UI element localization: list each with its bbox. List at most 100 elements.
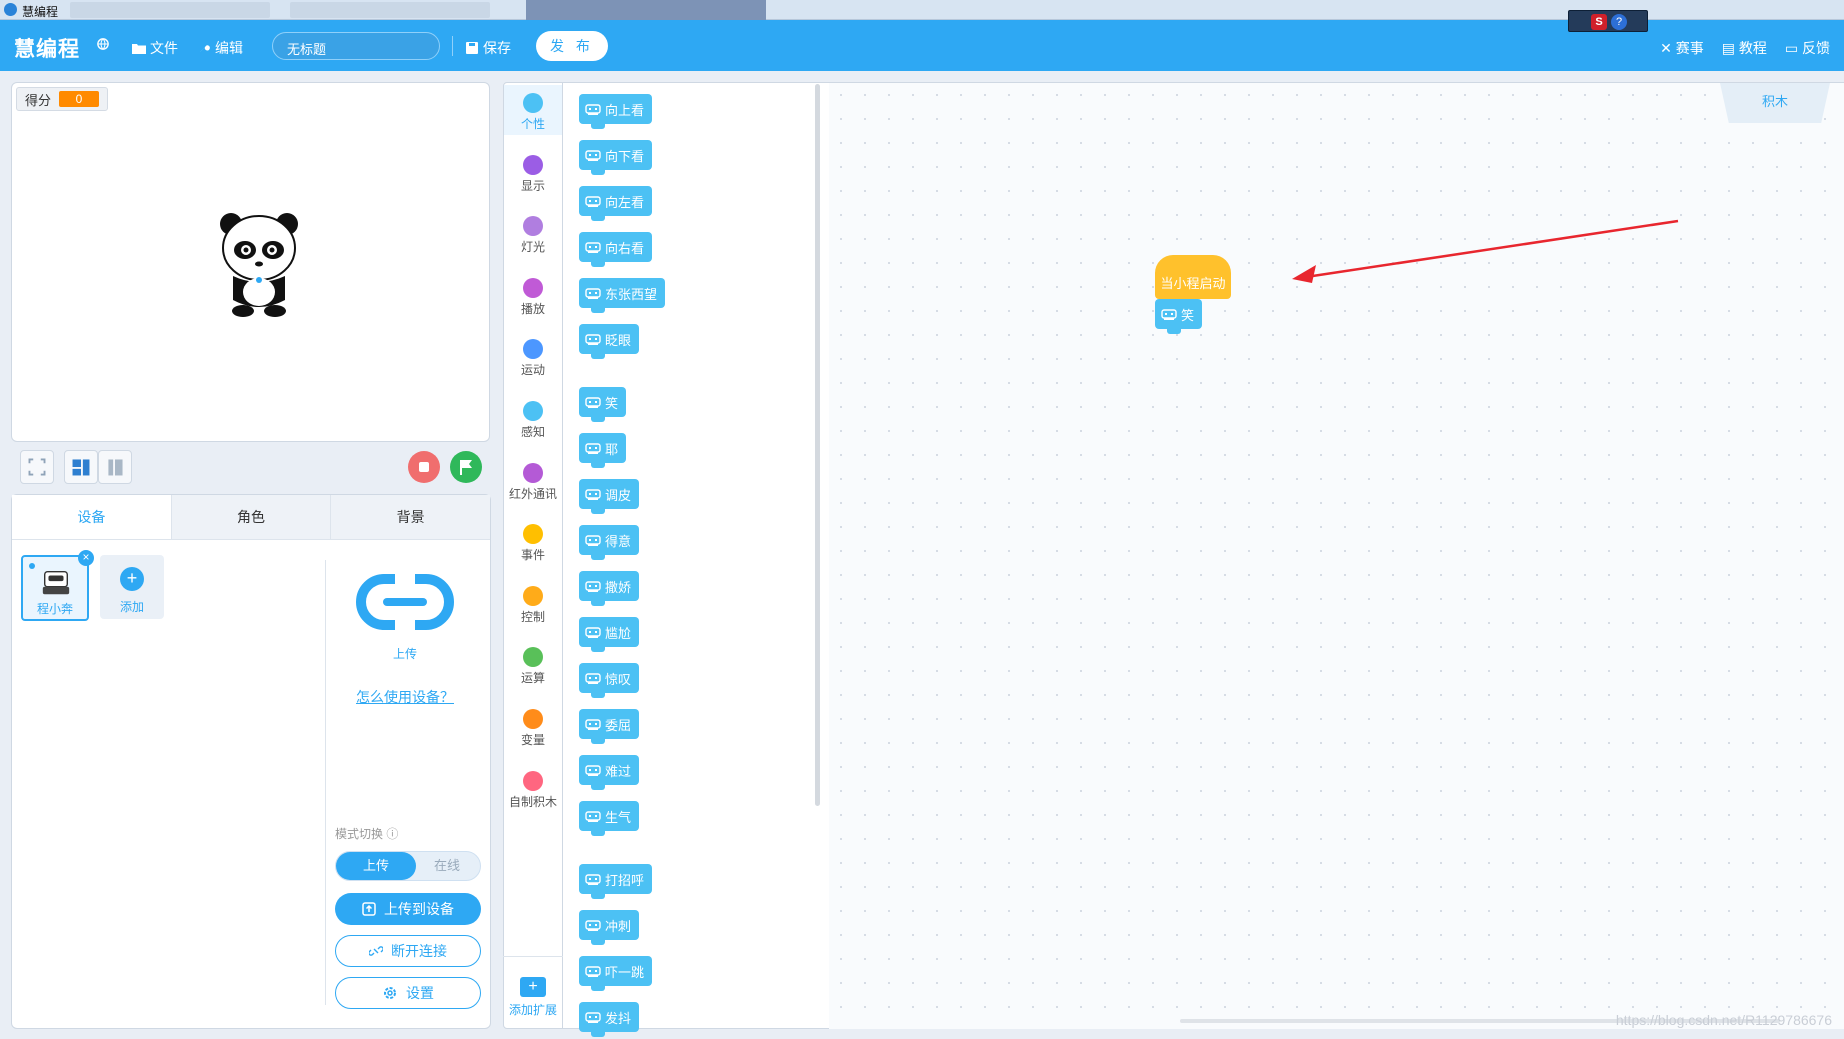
layout-small-button[interactable] <box>98 450 132 484</box>
category-color-icon <box>523 524 543 545</box>
go-button[interactable] <box>450 451 482 483</box>
block-connector <box>591 1031 605 1037</box>
feedback-link[interactable]: ▭ 反馈 <box>1785 38 1830 58</box>
panda-sprite[interactable] <box>209 208 309 318</box>
block-connector <box>591 985 605 991</box>
palette-scrollbar[interactable] <box>815 84 820 806</box>
category-item[interactable]: 运动 <box>504 331 562 381</box>
tutorial-link[interactable]: ▤ 教程 <box>1722 38 1767 58</box>
score-monitor: 得分 0 <box>16 87 109 111</box>
sogou-icon[interactable]: S <box>1591 14 1607 30</box>
robot-face-icon <box>585 581 601 592</box>
category-item[interactable]: 变量 <box>504 701 562 751</box>
stage[interactable]: 得分 0 <box>11 82 490 442</box>
palette-block-label: 向上看 <box>605 102 645 118</box>
category-item[interactable]: 红外通讯 <box>504 455 562 505</box>
info-icon[interactable]: ⓘ <box>386 827 398 841</box>
settings-button[interactable]: 设置 <box>335 977 481 1009</box>
project-name-input[interactable]: 无标题 <box>272 32 440 60</box>
robot-face-icon <box>585 535 601 546</box>
palette-block[interactable]: 向左看 <box>579 186 653 221</box>
background-tab-active[interactable] <box>526 0 766 20</box>
category-item[interactable]: 事件 <box>504 516 562 566</box>
disconnect-button[interactable]: 断开连接 <box>335 935 481 967</box>
add-device-button[interactable]: + 添加 <box>100 555 164 619</box>
fullscreen-button[interactable] <box>20 450 54 484</box>
feedback-label: 反馈 <box>1802 40 1830 56</box>
palette-block[interactable]: 耶 <box>579 433 627 468</box>
save-label: 保存 <box>483 40 511 56</box>
robot-face-icon <box>585 765 601 776</box>
background-tab[interactable] <box>70 2 270 18</box>
panel-tabs: 设备 角色 背景 <box>12 495 491 540</box>
palette-block[interactable]: 向下看 <box>579 140 653 175</box>
category-color-icon <box>523 462 543 483</box>
tab-backgrounds[interactable]: 背景 <box>331 495 491 539</box>
tab-devices[interactable]: 设备 <box>12 495 172 539</box>
ime-toolbar[interactable]: S ? <box>1568 10 1648 32</box>
category-item[interactable]: 运算 <box>504 639 562 689</box>
save-button[interactable]: 保存 <box>465 38 511 58</box>
add-device-label: 添加 <box>119 600 144 614</box>
robot-face-icon <box>585 104 601 115</box>
palette-block[interactable]: 眨眼 <box>579 324 640 359</box>
palette-block[interactable]: 得意 <box>579 525 640 560</box>
stop-icon <box>419 462 429 472</box>
palette-block[interactable]: 发抖 <box>579 1002 640 1037</box>
layout-normal-button[interactable] <box>64 450 98 484</box>
palette-block[interactable]: 难过 <box>579 755 640 790</box>
palette-block[interactable]: 生气 <box>579 801 640 836</box>
palette-block[interactable]: 惊叹 <box>579 663 640 698</box>
palette-block[interactable]: 委屈 <box>579 709 640 744</box>
top-right-links: ✕ 赛事 ▤ 教程 ▭ 反馈 <box>1660 38 1830 58</box>
palette-block-label: 冲刺 <box>605 918 632 934</box>
upload-to-device-button[interactable]: 上传到设备 <box>335 893 481 925</box>
background-tab[interactable] <box>290 2 490 18</box>
device-panel: 设备 角色 背景 × 程小奔 + 添加 上传 怎么使用设备？ 模式切换 ⓘ 上传… <box>11 494 491 1029</box>
palette-block-label: 耶 <box>605 441 619 457</box>
category-item[interactable]: 播放 <box>504 270 562 320</box>
category-item[interactable]: 灯光 <box>504 208 562 258</box>
palette-block[interactable]: 打招呼 <box>579 864 653 899</box>
palette-block[interactable]: 尴尬 <box>579 617 640 652</box>
palette-block[interactable]: 向右看 <box>579 232 653 267</box>
blocks-tab[interactable]: 积木 <box>1720 83 1830 123</box>
mode-online-option[interactable]: 在线 <box>414 852 480 880</box>
category-item[interactable]: 控制 <box>504 578 562 628</box>
mode-upload-option[interactable]: 上传 <box>336 852 416 880</box>
palette-block[interactable]: 吓一跳 <box>579 956 653 991</box>
category-color-icon <box>523 770 543 791</box>
block-categories: 个性显示灯光播放运动感知红外通讯事件控制运算变量自制积木 + 添加扩展 <box>503 82 563 1029</box>
language-button[interactable] <box>96 38 110 50</box>
publish-button[interactable]: 发 布 <box>536 31 608 61</box>
mode-toggle[interactable]: 上传 在线 <box>335 851 481 881</box>
palette-block[interactable]: 东张西望 <box>579 278 666 313</box>
palette-block[interactable]: 调皮 <box>579 479 640 514</box>
contest-link[interactable]: ✕ 赛事 <box>1660 38 1704 58</box>
palette-block[interactable]: 撒娇 <box>579 571 640 606</box>
robot-face-icon <box>585 489 601 500</box>
palette-block-label: 惊叹 <box>605 671 632 687</box>
upload-mode-label: 上传 <box>392 647 417 661</box>
category-item[interactable]: 自制积木 <box>504 763 562 813</box>
stop-button[interactable] <box>408 451 440 483</box>
palette-block[interactable]: 冲刺 <box>579 910 640 945</box>
robot-face-icon <box>585 334 601 345</box>
category-label: 控制 <box>520 609 545 624</box>
edit-menu[interactable]: 编辑 <box>197 38 243 58</box>
smile-script-block[interactable]: 笑 <box>1155 299 1203 334</box>
tab-sprites[interactable]: 角色 <box>171 495 332 539</box>
device-card[interactable]: × 程小奔 <box>21 550 94 621</box>
when-start-hat-block[interactable]: 当小程启动 <box>1155 255 1231 299</box>
how-to-use-device-link[interactable]: 怎么使用设备？ <box>350 687 460 707</box>
palette-block[interactable]: 笑 <box>579 387 627 422</box>
category-item[interactable]: 感知 <box>504 393 562 443</box>
help-icon[interactable]: ? <box>1611 14 1627 30</box>
add-extension-button[interactable]: + 添加扩展 <box>504 977 562 1018</box>
palette-block[interactable]: 向上看 <box>579 94 653 129</box>
file-menu[interactable]: 文件 <box>132 38 178 58</box>
robot-face-icon <box>585 811 601 822</box>
category-item[interactable]: 显示 <box>504 147 562 197</box>
robot-face-icon <box>585 673 601 684</box>
category-item[interactable]: 个性 <box>504 85 562 135</box>
